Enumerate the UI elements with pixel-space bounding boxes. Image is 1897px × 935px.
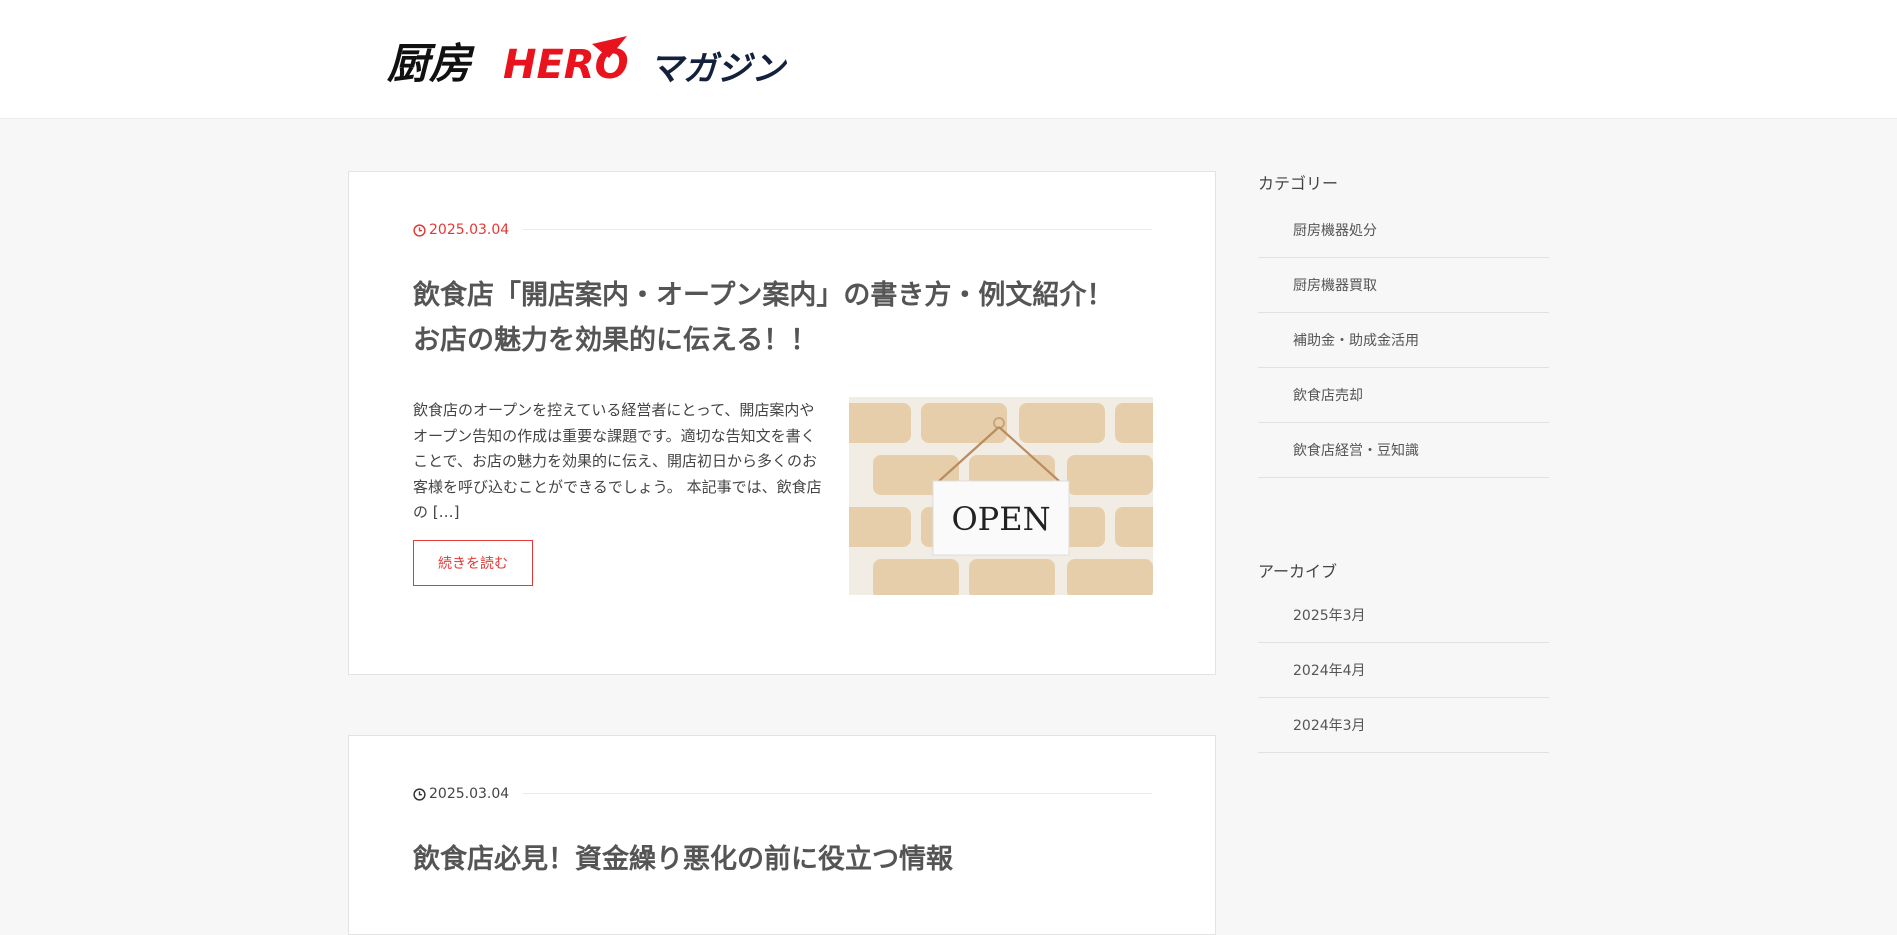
site-logo[interactable]: 厨房 HERO マガジン — [387, 36, 787, 88]
logo-text-kitchen: 厨房 — [387, 39, 475, 88]
archives-widget: アーカイブ 2025年3月 2024年4月 2024年3月 — [1258, 558, 1549, 753]
archive-item[interactable]: 2024年4月 — [1258, 643, 1549, 698]
post-title-line-2[interactable]: お店の魅力を効果的に伝える！！ — [413, 325, 817, 356]
meta-divider — [523, 229, 1152, 230]
site-header: 厨房 HERO マガジン — [0, 0, 1897, 119]
archive-list: 2025年3月 2024年4月 2024年3月 — [1258, 588, 1549, 753]
post-excerpt: 飲食店のオープンを控えている経営者にとって、開店案内やオープン告知の作成は重要な… — [413, 401, 822, 521]
category-item[interactable]: 厨房機器買取 — [1258, 258, 1549, 313]
category-item[interactable]: 飲食店経営・豆知識 — [1258, 423, 1549, 478]
open-sign-image: OPEN — [849, 397, 1153, 595]
category-item[interactable]: 飲食店売却 — [1258, 368, 1549, 423]
categories-widget: カテゴリー 厨房機器処分 厨房機器買取 補助金・助成金活用 飲食店売却 飲食店経… — [1258, 170, 1549, 478]
post-thumbnail[interactable]: OPEN — [849, 397, 1153, 595]
archive-item[interactable]: 2024年3月 — [1258, 698, 1549, 753]
post-card: 2025.03.04 飲食店「開店案内・オープン案内」の書き方・例文紹介！ お店… — [348, 171, 1216, 675]
category-list: 厨房機器処分 厨房機器買取 補助金・助成金活用 飲食店売却 飲食店経営・豆知識 — [1258, 203, 1549, 478]
post-title-line-1[interactable]: 飲食店「開店案内・オープン案内」の書き方・例文紹介！ — [413, 280, 1113, 311]
open-sign-text: OPEN — [951, 500, 1050, 538]
logo-text-magazine: マガジン — [649, 49, 787, 88]
category-item[interactable]: 厨房機器処分 — [1258, 203, 1549, 258]
archive-item[interactable]: 2025年3月 — [1258, 588, 1549, 643]
read-more-button[interactable]: 続きを読む — [413, 540, 533, 586]
post-meta: 2025.03.04 — [413, 220, 509, 240]
post-meta: 2025.03.04 — [413, 784, 509, 804]
archives-title: アーカイブ — [1258, 562, 1338, 581]
post-title-line-1[interactable]: 飲食店必見！資金繰り悪化の前に役立つ情報 — [413, 844, 953, 875]
sidebar: カテゴリー 厨房機器処分 厨房機器買取 補助金・助成金活用 飲食店売却 飲食店経… — [1258, 170, 1549, 753]
post-date: 2025.03.04 — [429, 222, 510, 238]
clock-icon — [413, 223, 426, 237]
post-title[interactable]: 飲食店「開店案内・オープン案内」の書き方・例文紹介！ お店の魅力を効果的に伝える… — [413, 273, 1153, 363]
post-title[interactable]: 飲食店必見！資金繰り悪化の前に役立つ情報 — [413, 837, 1153, 882]
category-item[interactable]: 補助金・助成金活用 — [1258, 313, 1549, 368]
post-card: 2025.03.04 飲食店必見！資金繰り悪化の前に役立つ情報 — [348, 735, 1216, 935]
post-date: 2025.03.04 — [429, 786, 510, 802]
clock-icon — [413, 787, 426, 801]
categories-title: カテゴリー — [1258, 174, 1339, 193]
meta-divider — [523, 793, 1152, 794]
